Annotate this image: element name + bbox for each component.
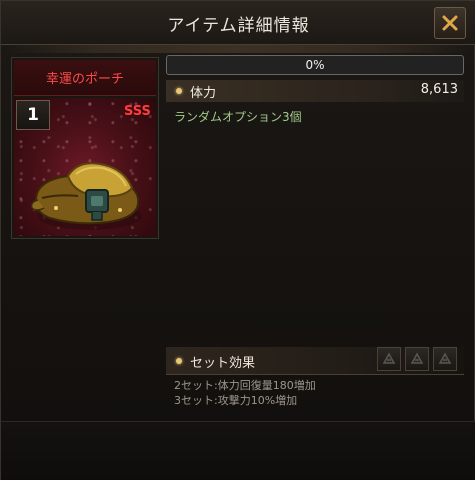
close-button[interactable] (434, 7, 466, 39)
item-detail-window: アイテム詳細情報 幸運のポーチ 1 SSS 0% 体力 8,613 ランダムオプ… (0, 0, 475, 480)
progress-label: 0% (305, 58, 325, 72)
item-level: 1 (27, 105, 39, 125)
enhance-progress-bar: 0% (166, 55, 464, 75)
set-piece-icons (377, 347, 463, 373)
set-piece-slot-2[interactable] (405, 347, 429, 371)
set-piece-icon (438, 352, 452, 364)
title-bar: アイテム詳細情報 (1, 1, 475, 45)
item-level-box: 1 (16, 100, 50, 130)
bullet-icon (176, 358, 182, 364)
set-piece-slot-1[interactable] (377, 347, 401, 371)
stat-row-stamina: 体力 8,613 (166, 80, 464, 102)
set-piece-icon (410, 352, 424, 364)
item-card: 幸運のポーチ 1 SSS (11, 57, 159, 239)
set-effect-line: 2セット:体力回復量180増加 (174, 379, 316, 392)
set-piece-icon (382, 352, 396, 364)
set-effect-line: 3セット:攻撃力10%増加 (174, 394, 298, 407)
item-grade: SSS (124, 104, 151, 119)
stat-value: 8,613 (420, 82, 458, 97)
set-effect-header: セット効果 (166, 347, 464, 375)
set-piece-slot-3[interactable] (433, 347, 457, 371)
set-effect-title: セット効果 (190, 356, 256, 371)
title-ornament (1, 45, 475, 53)
close-icon (442, 15, 458, 31)
random-option-text: ランダムオプション3個 (174, 110, 302, 124)
item-name-bar: 幸運のポーチ (14, 60, 156, 96)
window-title: アイテム詳細情報 (167, 16, 310, 36)
item-name: 幸運のポーチ (45, 72, 124, 87)
pouch-icon (30, 162, 142, 230)
bullet-icon (176, 88, 182, 94)
bottom-band (1, 421, 475, 480)
stat-label: 体力 (190, 86, 217, 101)
